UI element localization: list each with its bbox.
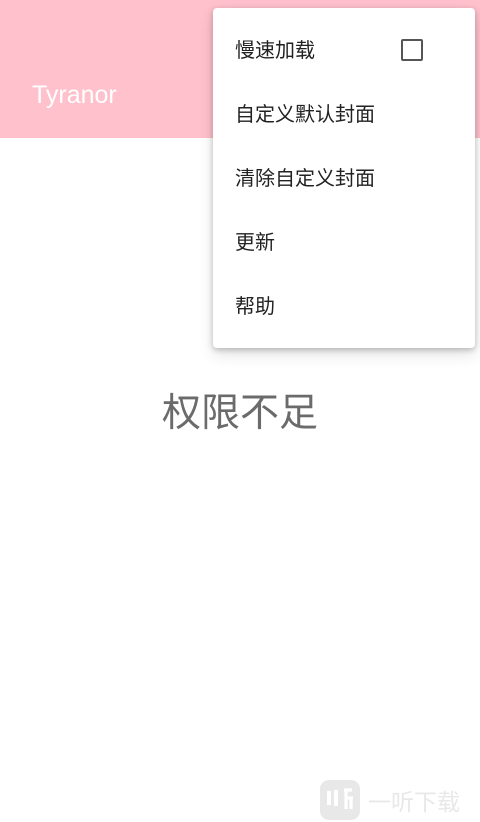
menu-item-label: 慢速加载	[235, 38, 315, 62]
slow-load-checkbox[interactable]	[401, 39, 423, 61]
menu-item-label: 帮助	[235, 294, 275, 318]
menu-item-update[interactable]: 更新	[213, 210, 475, 274]
overflow-menu: 慢速加载 自定义默认封面 清除自定义封面 更新 帮助	[213, 8, 475, 348]
watermark: 一听下载	[318, 778, 480, 822]
menu-item-custom-default-cover[interactable]: 自定义默认封面	[213, 82, 475, 146]
permission-denied-message: 权限不足	[161, 391, 318, 436]
yiting-logo-icon	[320, 780, 360, 820]
menu-item-label: 清除自定义封面	[235, 166, 375, 190]
menu-item-help[interactable]: 帮助	[213, 274, 475, 338]
menu-item-label: 自定义默认封面	[235, 102, 375, 126]
watermark-text: 一听下载	[368, 790, 460, 816]
app-title: Tyranor	[32, 81, 117, 109]
menu-item-label: 更新	[235, 230, 275, 254]
watermark-graphic: 一听下载	[320, 780, 460, 820]
menu-item-slow-load[interactable]: 慢速加载	[213, 18, 475, 82]
menu-item-clear-custom-cover[interactable]: 清除自定义封面	[213, 146, 475, 210]
